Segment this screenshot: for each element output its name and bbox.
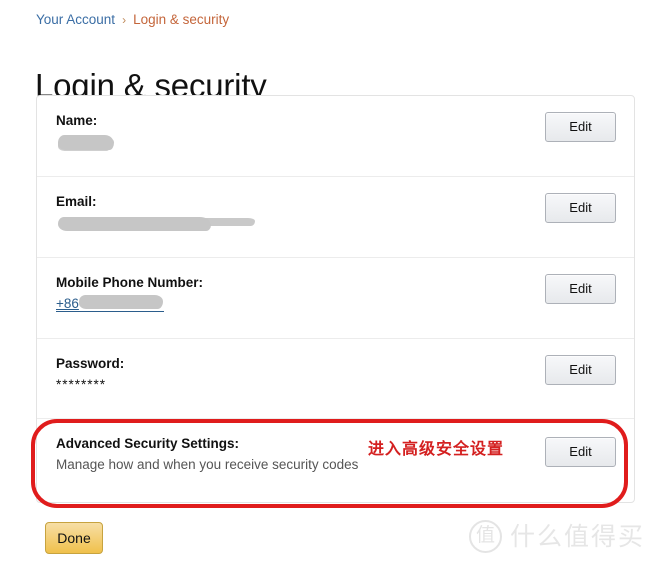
edit-button-advanced-security[interactable]: Edit xyxy=(545,437,616,467)
row-advanced-security-settings: Advanced Security Settings: Manage how a… xyxy=(37,419,634,502)
password-masked-value: ******** xyxy=(56,377,107,392)
watermark: 值 什么值得买 xyxy=(468,520,645,553)
mobile-phone-value: +86 xyxy=(56,295,164,313)
redaction-email xyxy=(58,217,210,231)
row-email-label: Email: xyxy=(56,194,97,209)
mobile-phone-country-code[interactable]: +86 xyxy=(56,296,79,311)
breadcrumb-separator-icon: › xyxy=(122,13,127,27)
edit-button-name[interactable]: Edit xyxy=(545,112,616,142)
row-name: Name: Edit xyxy=(37,96,634,177)
row-advanced-security-subtitle: Manage how and when you receive security… xyxy=(56,457,359,472)
watermark-logo-icon: 值 xyxy=(468,520,502,553)
redaction-mobile-phone xyxy=(79,295,163,309)
breadcrumb-link-your-account[interactable]: Your Account xyxy=(36,12,115,27)
redaction-name xyxy=(58,135,113,150)
row-name-label: Name: xyxy=(56,113,98,128)
row-password: Password: ******** Edit xyxy=(37,339,634,419)
row-mobile-phone: Mobile Phone Number: +86 Edit xyxy=(37,258,634,339)
done-button[interactable]: Done xyxy=(45,522,103,554)
edit-button-mobile-phone[interactable]: Edit xyxy=(545,274,616,304)
edit-button-password[interactable]: Edit xyxy=(545,355,616,385)
login-security-card: Name: Edit Email: Edit Mobile Phone Numb… xyxy=(36,95,635,503)
edit-button-email[interactable]: Edit xyxy=(545,193,616,223)
annotation-label: 进入高级安全设置 xyxy=(368,439,505,458)
row-mobile-phone-label: Mobile Phone Number: xyxy=(56,275,204,290)
breadcrumb-current-login-security[interactable]: Login & security xyxy=(133,12,229,27)
breadcrumb: Your Account › Login & security xyxy=(36,12,229,28)
row-advanced-security-label: Advanced Security Settings: xyxy=(56,436,240,451)
mobile-phone-underline xyxy=(56,311,164,312)
watermark-text: 什么值得买 xyxy=(509,522,645,551)
row-email: Email: Edit xyxy=(37,177,634,258)
row-password-label: Password: xyxy=(56,356,125,371)
